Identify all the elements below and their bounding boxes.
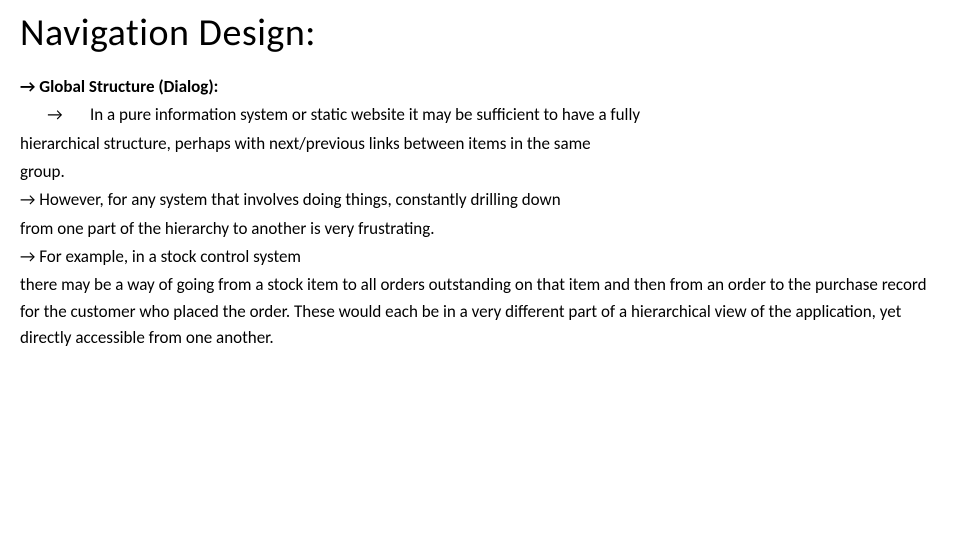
paragraph-2-line-2: from one part of the hierarchy to anothe… bbox=[20, 216, 940, 242]
body-text: → Global Structure (Dialog): →In a pure … bbox=[20, 74, 940, 351]
page-title: Navigation Design: bbox=[20, 10, 940, 56]
section-heading: → Global Structure (Dialog): bbox=[20, 74, 940, 100]
paragraph-1-line-3: group. bbox=[20, 159, 940, 185]
paragraph-2-line-1: → However, for any system that involves … bbox=[20, 187, 940, 213]
slide: Navigation Design: → Global Structure (D… bbox=[0, 0, 960, 373]
paragraph-1-line-1: →In a pure information system or static … bbox=[20, 102, 940, 128]
paragraph-1-line-2: hierarchical structure, perhaps with nex… bbox=[20, 131, 940, 157]
paragraph-3-line-2: there may be a way of going from a stock… bbox=[20, 272, 940, 351]
paragraph-3-line-1: → For example, in a stock control system bbox=[20, 244, 940, 270]
arrow-icon: → bbox=[20, 102, 90, 128]
text-span: In a pure information system or static w… bbox=[90, 104, 640, 125]
